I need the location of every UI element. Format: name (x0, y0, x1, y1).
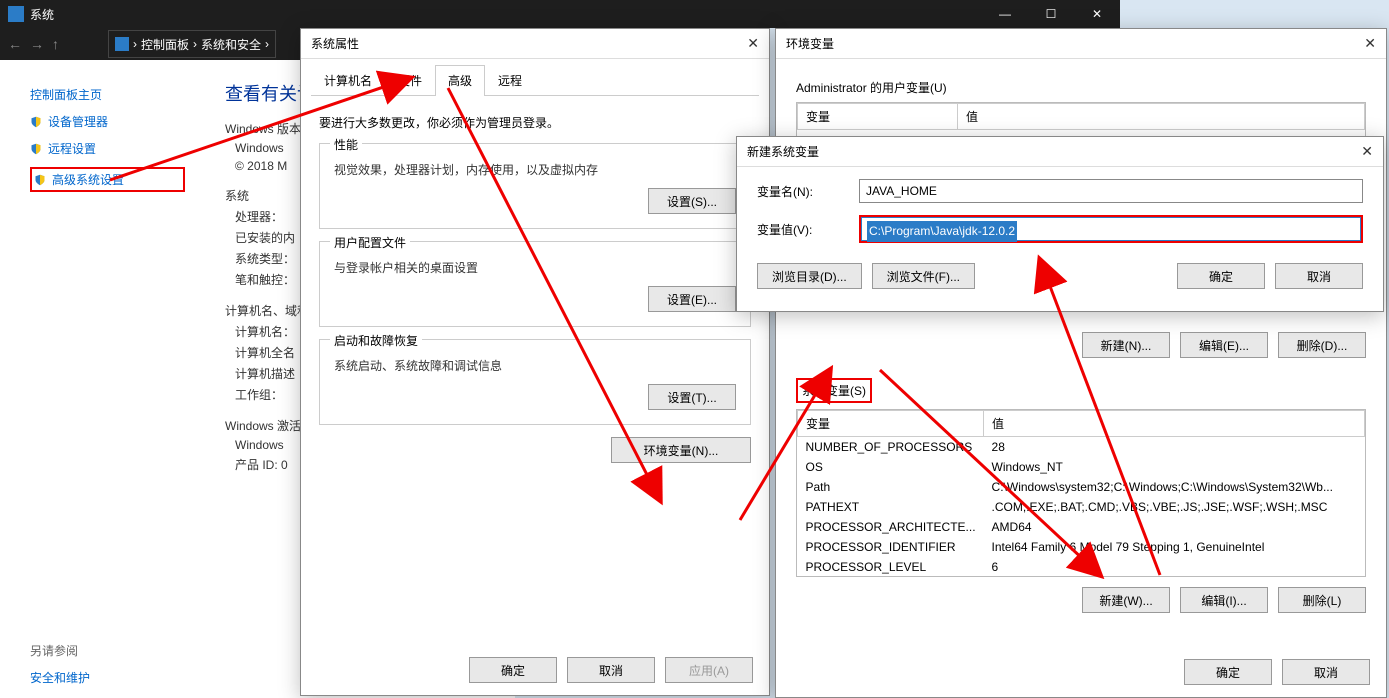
system-properties-dialog: 系统属性 ✕ 计算机名 硬件 高级 远程 要进行大多数更改，你必须作为管理员登录… (300, 28, 770, 696)
control-panel-home[interactable]: 控制面板主页 (30, 86, 185, 103)
profiles-group: 用户配置文件 与登录帐户相关的桌面设置 设置(E)... (319, 241, 751, 327)
profiles-legend: 用户配置文件 (330, 234, 410, 251)
performance-settings-button[interactable]: 设置(S)... (648, 188, 736, 214)
table-row[interactable]: PATHEXT.COM;.EXE;.BAT;.CMD;.VBS;.VBE;.JS… (798, 497, 1365, 517)
tab-remote[interactable]: 远程 (485, 65, 535, 95)
col-variable[interactable]: 变量 (798, 411, 984, 437)
dialog-title-bar: 新建系统变量 ✕ (737, 137, 1383, 167)
user-edit-button[interactable]: 编辑(E)... (1180, 332, 1268, 358)
folder-icon (115, 37, 129, 51)
breadcrumb[interactable]: › 控制面板 › 系统和安全 › (108, 30, 276, 58)
sidebar-item-security-maintenance[interactable]: 安全和维护 (30, 669, 185, 686)
system-icon (8, 6, 24, 22)
user-vars-buttons: 新建(N)... 编辑(E)... 删除(D)... (796, 332, 1366, 358)
table-row[interactable]: PROCESSOR_IDENTIFIERIntel64 Family 6 Mod… (798, 537, 1365, 557)
intro-text: 要进行大多数更改，你必须作为管理员登录。 (319, 114, 751, 131)
variable-name-input[interactable] (859, 179, 1363, 203)
up-button[interactable]: ↑ (52, 36, 59, 52)
ok-button[interactable]: 确定 (469, 657, 557, 683)
dialog-title-text: 新建系统变量 (747, 143, 819, 160)
performance-group: 性能 视觉效果，处理器计划，内存使用，以及虚拟内存 设置(S)... (319, 143, 751, 229)
left-pane: 控制面板主页 设备管理器 远程设置 高级系统设置 另请参阅 安全和维护 (0, 60, 215, 698)
minimize-button[interactable]: — (982, 0, 1028, 28)
table-row[interactable]: OSWindows_NT (798, 457, 1365, 477)
system-vars-label: 系统变量(S) (796, 378, 872, 403)
cancel-button[interactable]: 取消 (1282, 659, 1370, 685)
user-vars-label: Administrator 的用户变量(U) (796, 79, 947, 96)
apply-button[interactable]: 应用(A) (665, 657, 753, 683)
tab-advanced[interactable]: 高级 (435, 65, 485, 96)
dialog-title-bar: 环境变量 ✕ (776, 29, 1386, 59)
browse-file-button[interactable]: 浏览文件(F)... (872, 263, 975, 289)
startup-legend: 启动和故障恢复 (330, 332, 422, 349)
user-delete-button[interactable]: 删除(D)... (1278, 332, 1366, 358)
browse-directory-button[interactable]: 浏览目录(D)... (757, 263, 862, 289)
tab-hardware[interactable]: 硬件 (385, 65, 435, 95)
shield-icon (30, 143, 42, 155)
shield-icon (34, 174, 46, 186)
forward-button[interactable]: → (30, 36, 44, 52)
maximize-button[interactable]: ☐ (1028, 0, 1074, 28)
table-row[interactable]: NUMBER_OF_PROCESSORS28 (798, 437, 1365, 458)
col-variable[interactable]: 变量 (798, 104, 958, 130)
col-value[interactable]: 值 (984, 411, 1365, 437)
breadcrumb-item[interactable]: 控制面板 (141, 36, 189, 53)
profiles-settings-button[interactable]: 设置(E)... (648, 286, 736, 312)
back-button[interactable]: ← (8, 36, 22, 52)
close-icon[interactable]: ✕ (1361, 143, 1373, 160)
shield-icon (30, 116, 42, 128)
table-row[interactable]: PROCESSOR_ARCHITECTE...AMD64 (798, 517, 1365, 537)
breadcrumb-sep: › (193, 37, 197, 51)
profiles-desc: 与登录帐户相关的桌面设置 (334, 259, 736, 276)
dialog-title-bar: 系统属性 ✕ (301, 29, 769, 59)
environment-variables-dialog: 环境变量 ✕ Administrator 的用户变量(U) 变量值 新建(N).… (775, 28, 1387, 698)
variable-value-label: 变量值(V): (757, 221, 845, 238)
sidebar-item-device-manager[interactable]: 设备管理器 (30, 113, 185, 130)
breadcrumb-item[interactable]: 系统和安全 (201, 36, 261, 53)
window-title-bar: 系统 — ☐ ✕ (0, 0, 1120, 28)
startup-settings-button[interactable]: 设置(T)... (648, 384, 736, 410)
dialog-footer: 确定 取消 应用(A) (317, 657, 753, 683)
startup-desc: 系统启动、系统故障和调试信息 (334, 357, 736, 374)
sidebar-item-advanced-settings[interactable]: 高级系统设置 (30, 167, 185, 192)
table-row[interactable]: PathC:\Windows\system32;C:\Windows;C:\Wi… (798, 477, 1365, 497)
breadcrumb-sep: › (265, 37, 269, 51)
close-button[interactable]: ✕ (1074, 0, 1120, 28)
cancel-button[interactable]: 取消 (1275, 263, 1363, 289)
startup-group: 启动和故障恢复 系统启动、系统故障和调试信息 设置(T)... (319, 339, 751, 425)
breadcrumb-sep: › (133, 37, 137, 51)
close-icon[interactable]: ✕ (747, 35, 759, 52)
selected-value-text: C:\Program\Java\jdk-12.0.2 (867, 221, 1017, 242)
system-vars-buttons: 新建(W)... 编辑(I)... 删除(L) (796, 587, 1366, 613)
see-also-label: 另请参阅 (30, 642, 185, 659)
tabs: 计算机名 硬件 高级 远程 (311, 65, 759, 96)
dialog-footer: 确定 取消 (1184, 659, 1370, 685)
performance-desc: 视觉效果，处理器计划，内存使用，以及虚拟内存 (334, 161, 736, 178)
system-new-button[interactable]: 新建(W)... (1082, 587, 1170, 613)
performance-legend: 性能 (330, 136, 362, 153)
ok-button[interactable]: 确定 (1184, 659, 1272, 685)
environment-variables-button[interactable]: 环境变量(N)... (611, 437, 751, 463)
sidebar-item-remote-settings[interactable]: 远程设置 (30, 140, 185, 157)
dialog-title-text: 系统属性 (311, 35, 359, 52)
system-edit-button[interactable]: 编辑(I)... (1180, 587, 1268, 613)
window-title-text: 系统 (30, 6, 54, 23)
table-row[interactable]: PROCESSOR_LEVEL6 (798, 557, 1365, 577)
ok-button[interactable]: 确定 (1177, 263, 1265, 289)
tab-computer-name[interactable]: 计算机名 (311, 65, 385, 95)
dialog-title-text: 环境变量 (786, 35, 834, 52)
cancel-button[interactable]: 取消 (567, 657, 655, 683)
system-delete-button[interactable]: 删除(L) (1278, 587, 1366, 613)
col-value[interactable]: 值 (958, 104, 1365, 130)
close-icon[interactable]: ✕ (1364, 35, 1376, 52)
new-system-variable-dialog: 新建系统变量 ✕ 变量名(N): 变量值(V): C:\Program\Java… (736, 136, 1384, 312)
tab-content-advanced: 要进行大多数更改，你必须作为管理员登录。 性能 视觉效果，处理器计划，内存使用，… (301, 96, 769, 481)
system-vars-table[interactable]: 变量值 NUMBER_OF_PROCESSORS28 OSWindows_NT … (796, 409, 1366, 577)
user-new-button[interactable]: 新建(N)... (1082, 332, 1170, 358)
variable-name-label: 变量名(N): (757, 183, 845, 200)
